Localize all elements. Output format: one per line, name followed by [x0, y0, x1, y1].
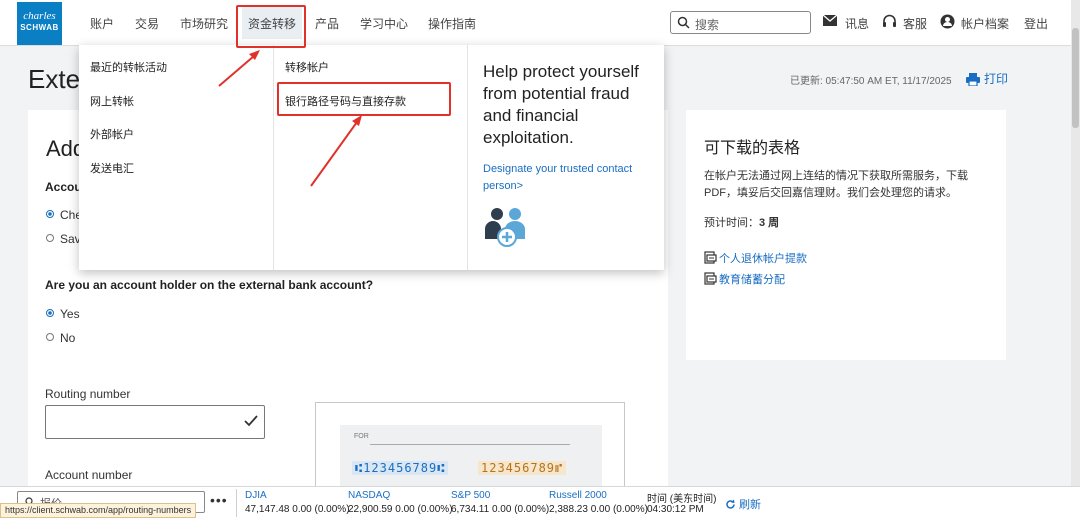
index-djia-value: 47,147.48 0.00 (0.00%)	[245, 504, 350, 515]
index-russell-value: 2,388.23 0.00 (0.00%)	[549, 504, 648, 515]
market-time-value: 04:30:12 PM	[647, 504, 704, 515]
market-time-label: 时间 (美东时间)	[647, 494, 717, 505]
index-russell-name[interactable]: Russell 2000	[549, 490, 607, 501]
ticker-divider	[236, 489, 237, 517]
browser-status-url: https://client.schwab.com/app/routing-nu…	[0, 503, 197, 518]
refresh-button[interactable]: 刷新	[725, 496, 761, 512]
index-djia-name[interactable]: DJIA	[245, 490, 267, 501]
index-sp500-value: 6,734.11 0.00 (0.00%)	[451, 504, 550, 515]
refresh-label: 刷新	[739, 499, 761, 511]
annotation-arrows	[218, 50, 362, 187]
index-sp500-name[interactable]: S&P 500	[451, 490, 490, 501]
more-options-icon[interactable]: •••	[210, 492, 228, 508]
refresh-icon	[726, 499, 735, 509]
index-nasdaq-name[interactable]: NASDAQ	[348, 490, 390, 501]
index-nasdaq-value: 22,900.59 0.00 (0.00%)	[348, 504, 453, 515]
